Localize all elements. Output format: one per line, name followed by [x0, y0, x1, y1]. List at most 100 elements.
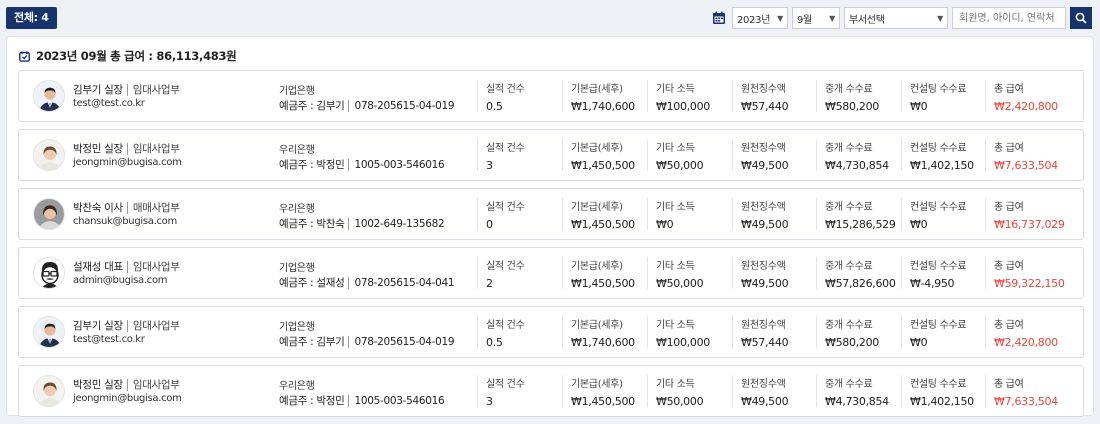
dept-select[interactable]: 부서선택 ▼: [844, 7, 948, 29]
account-number: 1005-003-546016: [348, 159, 445, 171]
withholding-cell: 원천징수액 ₩57,440: [732, 316, 789, 349]
employee-dept: 임대사업부: [126, 143, 180, 155]
bank-name: 우리은행: [279, 145, 315, 156]
base-salary-value: ₩1,450,500: [571, 159, 635, 172]
count-label: 실적 건수: [486, 379, 525, 390]
avatar: [33, 80, 65, 112]
consulting-fee-cell: 컨설팅 수수료 ₩-4,950: [901, 257, 967, 290]
account-holder: 예금주 : 박정민: [279, 159, 345, 171]
employee-card[interactable]: 김부기 실장 임대사업부 test@test.co.kr 기업은행 예금주 : 김…: [18, 306, 1084, 358]
count-label: 실적 건수: [486, 320, 525, 331]
brokerage-fee-label: 중개 수수료: [825, 84, 873, 95]
other-income-cell: 기타 소득 ₩0: [647, 198, 695, 231]
employee-card[interactable]: 박찬숙 이사 매매사업부 chansuk@bugisa.com 우리은행 예금주 …: [18, 188, 1084, 240]
consulting-fee-cell: 컨설팅 수수료 ₩0: [901, 198, 967, 231]
employee-card[interactable]: 박정민 실장 임대사업부 jeongmin@bugisa.com 우리은행 예금주…: [18, 129, 1084, 181]
employee-dept: 임대사업부: [126, 261, 180, 273]
account-line: 예금주 : 박정민 1005-003-546016: [279, 157, 445, 172]
total-salary-label: 총 급여: [994, 379, 1024, 390]
bank-name: 우리은행: [279, 204, 315, 215]
other-income-cell: 기타 소득 ₩100,000: [647, 80, 710, 113]
other-income-value: ₩0: [656, 218, 674, 231]
brokerage-fee-cell: 중개 수수료 ₩4,730,854: [816, 375, 889, 408]
total-salary-cell: 총 급여 ₩59,322,150: [985, 257, 1065, 290]
total-count-badge[interactable]: 전체: 4: [6, 7, 57, 29]
employee-name: 설재성 대표: [73, 261, 123, 273]
count-label: 실적 건수: [486, 202, 525, 213]
employee-dept: 임대사업부: [126, 84, 180, 96]
consulting-fee-label: 컨설팅 수수료: [910, 379, 967, 390]
total-salary-cell: 총 급여 ₩2,420,800: [985, 316, 1058, 349]
withholding-value: ₩49,500: [741, 395, 789, 408]
total-salary-value: ₩59,322,150: [994, 277, 1065, 290]
brokerage-fee-cell: 중개 수수료 ₩57,826,600: [816, 257, 896, 290]
total-salary-label: 총 급여: [994, 202, 1024, 213]
employee-name-line: 박정민 실장 임대사업부: [73, 377, 180, 392]
withholding-value: ₩49,500: [741, 159, 789, 172]
employee-name: 박찬숙 이사: [73, 202, 123, 214]
withholding-cell: 원천징수액 ₩49,500: [732, 139, 789, 172]
base-salary-label: 기본급(세후): [571, 202, 623, 213]
account-number: 078-205615-04-019: [348, 100, 455, 112]
withholding-label: 원천징수액: [741, 320, 786, 331]
total-salary-label: 총 급여: [994, 143, 1024, 154]
account-holder: 예금주 : 김부기: [279, 336, 345, 348]
withholding-label: 원천징수액: [741, 143, 786, 154]
employee-email: admin@bugisa.com: [73, 275, 168, 286]
consulting-fee-label: 컨설팅 수수료: [910, 261, 967, 272]
account-line: 예금주 : 김부기 078-205615-04-019: [279, 98, 455, 113]
search-input[interactable]: [952, 7, 1066, 29]
count-label: 실적 건수: [486, 84, 525, 95]
consulting-fee-cell: 컨설팅 수수료 ₩0: [901, 80, 967, 113]
calendar-icon[interactable]: [712, 11, 726, 25]
consulting-fee-label: 컨설팅 수수료: [910, 143, 967, 154]
other-income-label: 기타 소득: [656, 379, 695, 390]
employee-card[interactable]: 김부기 실장 임대사업부 test@test.co.kr 기업은행 예금주 : 김…: [18, 70, 1084, 122]
salary-summary-text: 2023년 09월 총 급여 : 86,113,483원: [36, 49, 237, 63]
avatar: [33, 198, 65, 230]
count-cell: 실적 건수 0.5: [477, 316, 525, 349]
brokerage-fee-value: ₩4,730,854: [825, 395, 889, 408]
account-line: 예금주 : 박정민 1005-003-546016: [279, 393, 445, 408]
other-income-label: 기타 소득: [656, 261, 695, 272]
count-cell: 실적 건수 3: [477, 139, 525, 172]
count-cell: 실적 건수 0: [477, 198, 525, 231]
consulting-fee-cell: 컨설팅 수수료 ₩1,402,150: [901, 139, 974, 172]
employee-list: 김부기 실장 임대사업부 test@test.co.kr 기업은행 예금주 : 김…: [18, 70, 1084, 424]
base-salary-cell: 기본급(세후) ₩1,450,500: [562, 198, 635, 231]
other-income-value: ₩50,000: [656, 277, 704, 290]
total-salary-cell: 총 급여 ₩16,737,029: [985, 198, 1065, 231]
withholding-value: ₩49,500: [741, 277, 789, 290]
brokerage-fee-value: ₩15,286,529: [825, 218, 896, 231]
brokerage-fee-label: 중개 수수료: [825, 320, 873, 331]
account-number: 1002-649-135682: [348, 218, 445, 230]
search-icon: [1075, 12, 1087, 24]
base-salary-cell: 기본급(세후) ₩1,450,500: [562, 257, 635, 290]
avatar: [33, 139, 65, 171]
year-select[interactable]: 2023년 ▼: [732, 7, 788, 29]
month-select[interactable]: 9월 ▼: [792, 7, 840, 29]
bank-name: 기업은행: [279, 322, 315, 333]
employee-name-line: 박정민 실장 임대사업부: [73, 141, 180, 156]
employee-card[interactable]: 설재성 대표 임대사업부 admin@bugisa.com 기업은행 예금주 : …: [18, 247, 1084, 299]
base-salary-cell: 기본급(세후) ₩1,740,600: [562, 316, 635, 349]
total-salary-value: ₩2,420,800: [994, 100, 1058, 113]
other-income-label: 기타 소득: [656, 202, 695, 213]
employee-card[interactable]: 박정민 실장 임대사업부 jeongmin@bugisa.com 우리은행 예금주…: [18, 365, 1084, 417]
count-label: 실적 건수: [486, 143, 525, 154]
search-button[interactable]: [1070, 7, 1092, 29]
bank-name: 기업은행: [279, 86, 315, 97]
other-income-value: ₩100,000: [656, 100, 710, 113]
consulting-fee-value: ₩1,402,150: [910, 159, 974, 172]
consulting-fee-label: 컨설팅 수수료: [910, 84, 967, 95]
consulting-fee-cell: 컨설팅 수수료 ₩1,402,150: [901, 375, 974, 408]
count-value: 0.5: [486, 336, 503, 349]
withholding-value: ₩57,440: [741, 336, 789, 349]
count-value: 0: [486, 218, 493, 231]
withholding-label: 원천징수액: [741, 84, 786, 95]
account-holder: 예금주 : 박정민: [279, 395, 345, 407]
brokerage-fee-value: ₩580,200: [825, 100, 879, 113]
withholding-cell: 원천징수액 ₩57,440: [732, 80, 789, 113]
employee-email: chansuk@bugisa.com: [73, 216, 177, 227]
salary-summary: 2023년 09월 총 급여 : 86,113,483원: [19, 48, 237, 64]
